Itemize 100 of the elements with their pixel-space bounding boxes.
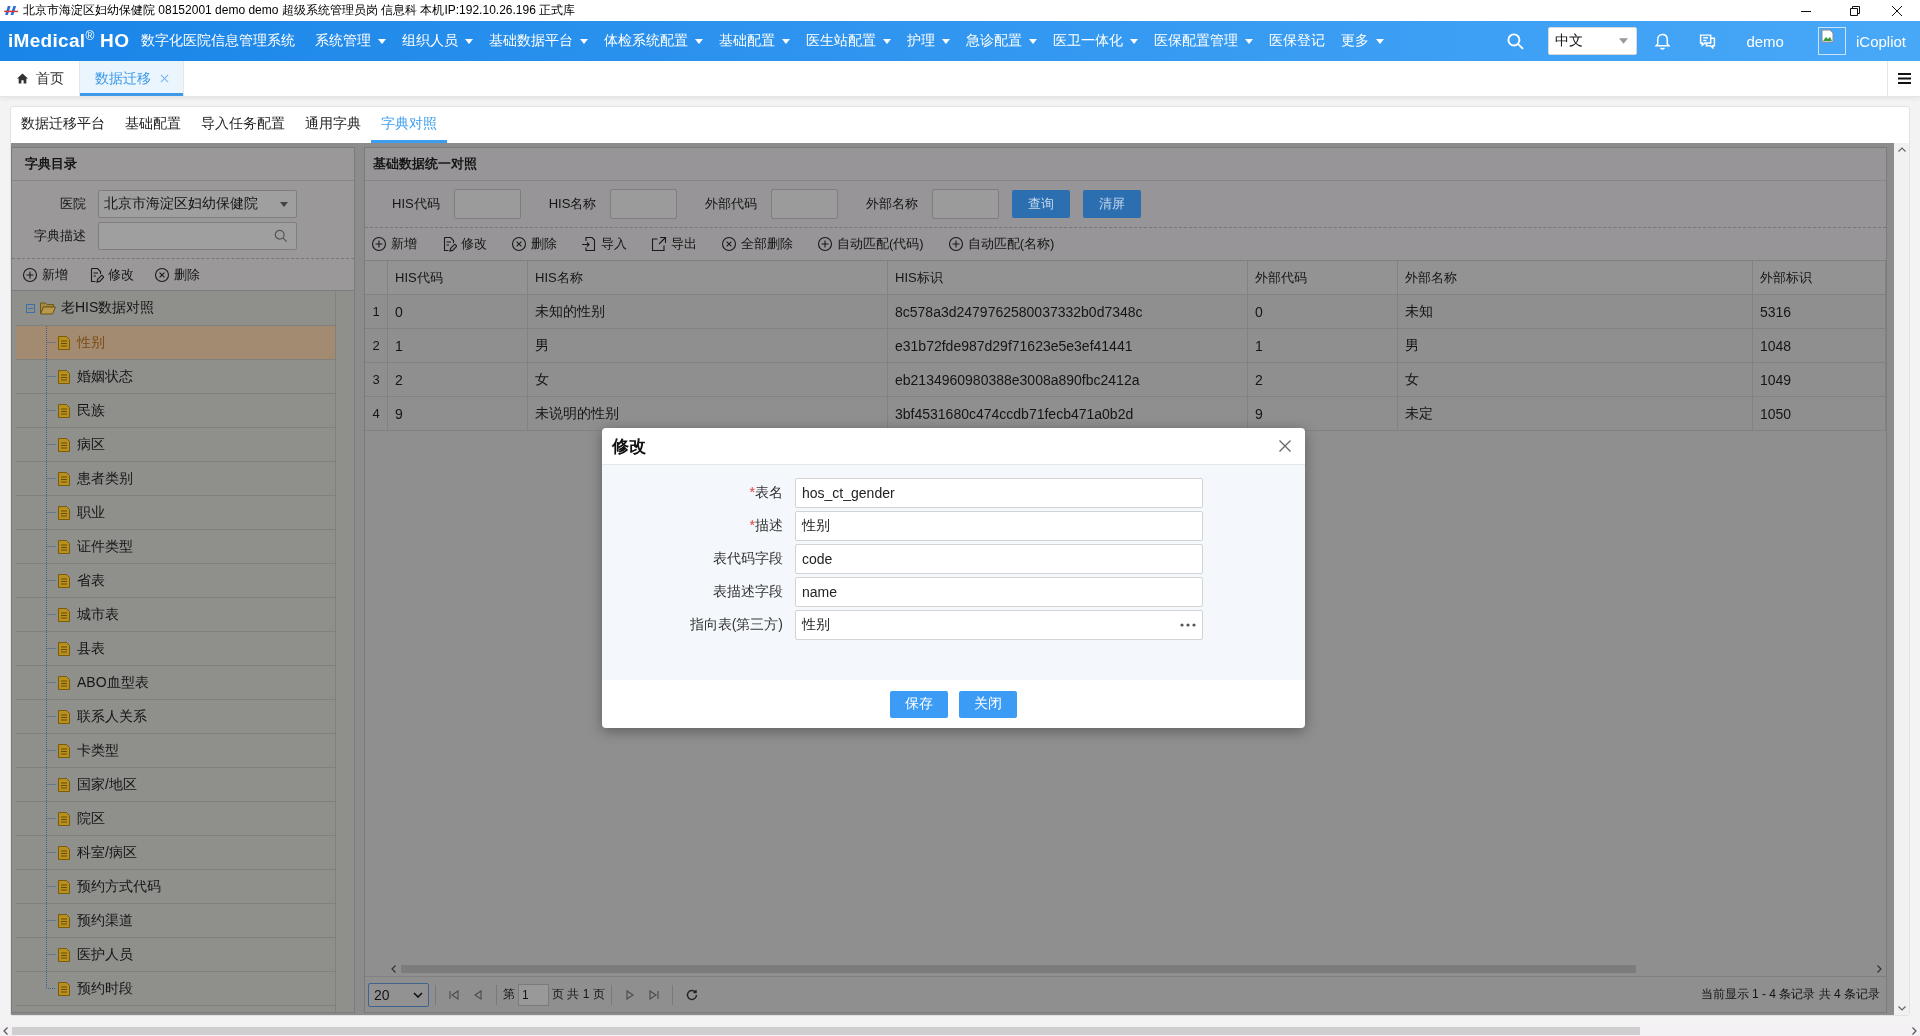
previous-page-icon[interactable] [473, 989, 483, 1000]
page-size-select[interactable]: 20 [368, 982, 429, 1007]
language-select[interactable]: 中文 [1548, 27, 1638, 55]
tree-item[interactable]: 联系人关系 [16, 700, 335, 734]
toolbar-button[interactable]: 修改 [441, 235, 487, 253]
tree-item[interactable]: 预约渠道 [16, 904, 335, 938]
sub-tab[interactable]: 基础配置 [115, 107, 191, 143]
scroll-up-icon[interactable] [1897, 147, 1906, 152]
tree-item[interactable]: 预约方式代码 [16, 870, 335, 904]
sub-tab[interactable]: 通用字典 [295, 107, 371, 143]
image-icon [1817, 27, 1846, 55]
text-field[interactable]: hos_ct_gender [795, 478, 1203, 508]
page-number-field[interactable]: 1 [518, 983, 549, 1006]
window-title: 北京市海淀区妇幼保健院 08152001 demo demo 超级系统管理员岗 信息科 本机IP:192.10.26.196 正式库 [23, 2, 576, 19]
input-field[interactable] [932, 189, 1000, 219]
tree-item[interactable]: 院区 [16, 802, 335, 836]
tree-item[interactable]: 病区 [16, 428, 335, 462]
sub-tab[interactable]: 导入任务配置 [191, 107, 295, 143]
nav-menu-item[interactable]: 系统管理 [307, 32, 395, 50]
tree-item[interactable]: 预约时段 [16, 972, 335, 1006]
horizontal-scrollbar[interactable] [0, 1025, 1920, 1036]
tree-item[interactable]: ABO血型表 [16, 666, 335, 700]
scroll-right-icon[interactable] [1912, 1026, 1917, 1035]
toolbar-button[interactable]: 导出 [651, 235, 697, 253]
search-icon[interactable] [1507, 32, 1525, 50]
dialog-title: 修改 [612, 435, 646, 458]
scroll-right-icon[interactable] [1877, 965, 1882, 973]
scroll-left-icon[interactable] [391, 965, 396, 973]
search-field[interactable] [98, 222, 297, 250]
text-field[interactable]: name [795, 577, 1203, 607]
refresh-icon[interactable] [685, 988, 698, 1001]
tree-item[interactable]: 证件类型 [16, 530, 335, 564]
tree-item[interactable]: 科室/病区 [16, 836, 335, 870]
input-field[interactable] [453, 189, 521, 219]
last-page-icon[interactable] [648, 989, 659, 1000]
tree-item[interactable]: 国家/地区 [16, 768, 335, 802]
nav-menu-item[interactable]: 组织人员 [394, 32, 482, 50]
tree-item[interactable]: 卡类型 [16, 734, 335, 768]
table-cell: 男 [1398, 329, 1753, 362]
scroll-down-icon[interactable] [1897, 1006, 1906, 1011]
toolbar-button[interactable]: 全部删除 [721, 235, 793, 253]
toolbar-button[interactable]: 导入 [581, 235, 627, 253]
dropdown-field[interactable]: 北京市海淀区妇幼保健院 [98, 190, 297, 218]
next-page-icon[interactable] [624, 989, 635, 1000]
panel-title: 基础数据统一对照 [365, 148, 1886, 181]
nav-menu-item[interactable]: 医保登记 [1261, 32, 1334, 50]
field-label: 表名 [755, 484, 783, 500]
toolbar-button[interactable]: 自动匹配(名称) [947, 235, 1055, 253]
search-button[interactable]: 查询 [1012, 190, 1071, 218]
nav-menu-item[interactable]: 医卫一体化 [1045, 32, 1147, 50]
close-button[interactable]: 关闭 [959, 690, 1017, 718]
close-icon[interactable] [1892, 5, 1902, 16]
toolbar-button[interactable]: 修改 [88, 265, 134, 284]
toolbar-button[interactable]: 自动匹配(代码) [817, 235, 924, 253]
first-page-icon[interactable] [449, 989, 459, 1000]
nav-menu-item[interactable]: 医保配置管理 [1146, 32, 1262, 50]
lookup-field[interactable]: 性别 [795, 610, 1203, 640]
nav-menu-item[interactable]: 体检系统配置 [596, 32, 712, 50]
bell-icon[interactable] [1654, 32, 1672, 50]
nav-menu-item[interactable]: 医生站配置 [798, 32, 900, 50]
nav-menu-item[interactable]: 基础配置 [711, 32, 799, 50]
vertical-scrollbar[interactable] [1894, 143, 1909, 1015]
text-field[interactable]: 性别 [795, 511, 1203, 541]
toolbar-button[interactable]: 新增 [22, 265, 68, 284]
scrollbar-thumb[interactable] [12, 1026, 1640, 1035]
tree-item[interactable]: 城市表 [16, 598, 335, 632]
tree-item[interactable]: 患者类别 [16, 462, 335, 496]
sub-tab[interactable]: 字典对照 [371, 107, 447, 143]
nav-menu-item[interactable]: 护理 [899, 32, 959, 50]
input-field[interactable] [610, 189, 678, 219]
restore-icon[interactable] [1850, 5, 1860, 16]
horizontal-scrollbar[interactable] [365, 962, 1886, 977]
add-icon [371, 236, 387, 252]
ellipsis-icon[interactable] [1180, 623, 1196, 627]
clear-button[interactable]: 清屏 [1083, 190, 1142, 218]
tree-item[interactable]: 民族 [16, 394, 335, 428]
toolbar-button[interactable]: 删除 [511, 235, 557, 253]
collapse-icon[interactable] [26, 303, 35, 313]
search-icon[interactable] [274, 229, 288, 243]
record-summary: 当前显示 1 - 4 条记录 共 4 条记录 [1700, 986, 1880, 1003]
save-button[interactable]: 保存 [890, 690, 948, 718]
tree-item[interactable]: 县表 [16, 632, 335, 666]
delete-icon [721, 236, 737, 252]
sub-tab[interactable]: 数据迁移平台 [11, 107, 115, 143]
menu-icon[interactable] [1897, 73, 1911, 84]
text-field[interactable]: code [795, 544, 1203, 574]
tree-item[interactable]: 医护人员 [16, 938, 335, 972]
scroll-left-icon[interactable] [3, 1026, 8, 1035]
input-field[interactable] [771, 189, 839, 219]
nav-menu-item[interactable]: 急诊配置 [958, 32, 1046, 50]
table-cell: 9 [388, 397, 528, 430]
nav-menu-item[interactable]: 基础数据平台 [481, 32, 597, 50]
tree-item[interactable]: 职业 [16, 496, 335, 530]
delete-icon [511, 236, 527, 252]
tree-item[interactable]: 省表 [16, 564, 335, 598]
toolbar-button[interactable]: 删除 [154, 265, 200, 284]
toolbar-button[interactable]: 新增 [371, 235, 417, 253]
tree-item[interactable]: 婚姻状态 [16, 360, 335, 394]
column-header: HIS名称 [528, 261, 888, 294]
message-icon[interactable] [1699, 32, 1717, 50]
